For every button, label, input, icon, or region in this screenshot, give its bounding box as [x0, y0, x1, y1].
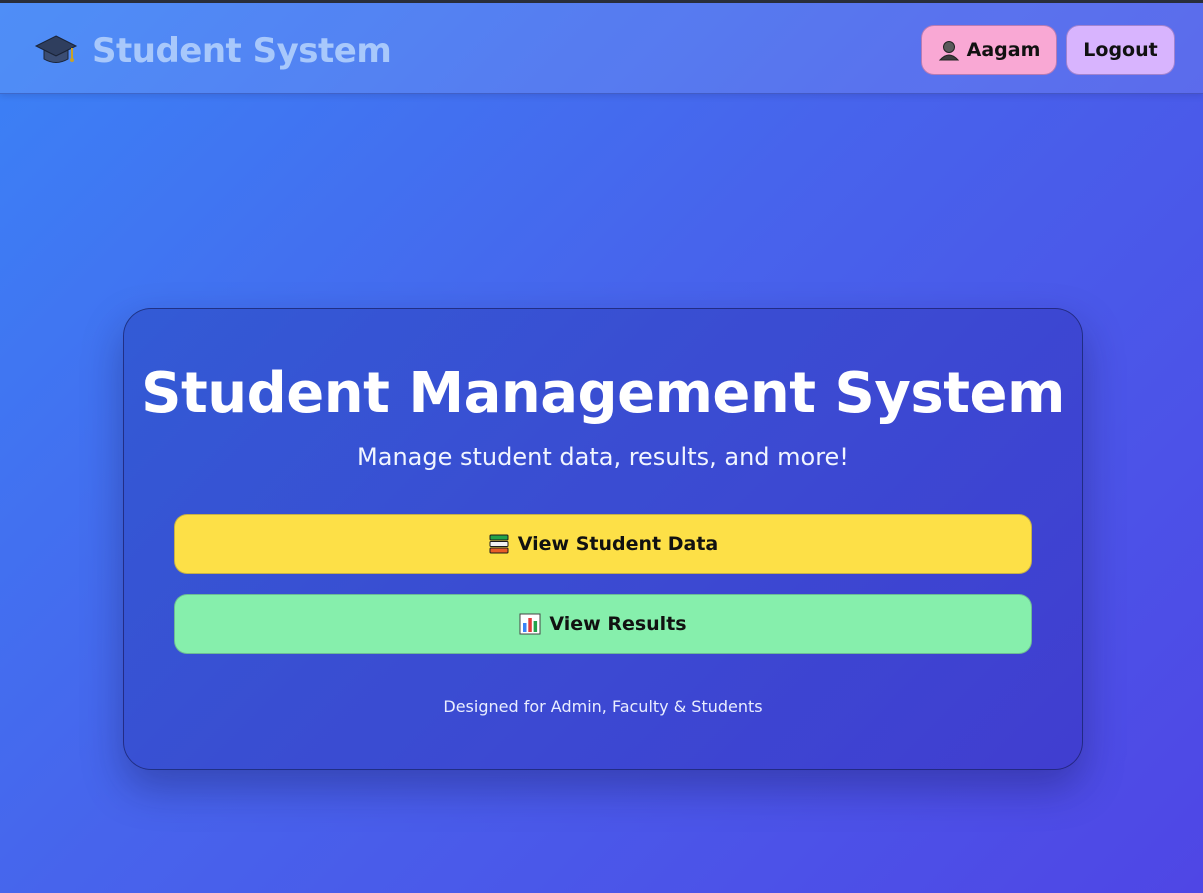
user-profile-button[interactable]: Aagam	[921, 25, 1057, 75]
bar-chart-icon	[519, 613, 541, 635]
page-title: Student Management System	[141, 361, 1065, 426]
books-icon	[488, 533, 510, 555]
graduation-cap-icon	[34, 31, 78, 71]
view-student-data-button[interactable]: View Student Data	[174, 514, 1032, 574]
view-student-data-label: View Student Data	[517, 533, 719, 555]
brand-title: Student System	[92, 31, 392, 71]
user-avatar-icon	[938, 39, 960, 61]
page-subtitle: Manage student data, results, and more!	[357, 443, 849, 471]
brand[interactable]: Student System	[34, 27, 392, 75]
view-results-label: View Results	[549, 613, 687, 635]
logout-button[interactable]: Logout	[1066, 25, 1175, 75]
user-name-label: Aagam	[966, 39, 1041, 61]
hero-card: Student Management System Manage student…	[123, 308, 1083, 770]
card-footer-text: Designed for Admin, Faculty & Students	[443, 697, 763, 716]
logout-label: Logout	[1083, 39, 1158, 61]
navbar: Student System Aagam Logout	[0, 3, 1203, 94]
view-results-button[interactable]: View Results	[174, 594, 1032, 654]
